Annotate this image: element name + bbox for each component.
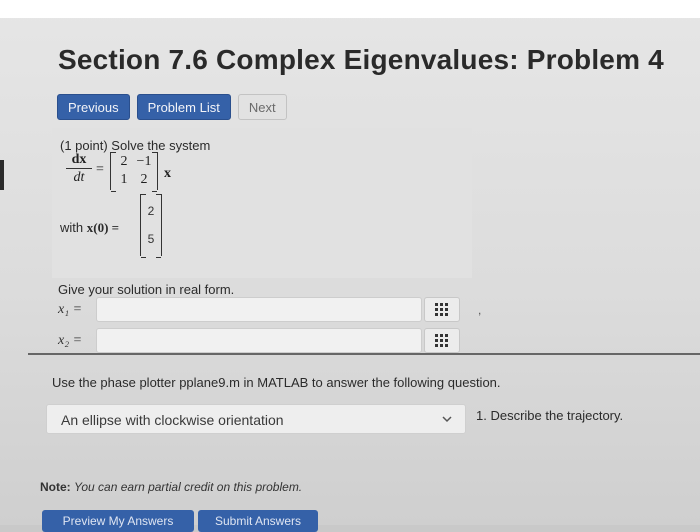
initial-condition-label: with x(0) = [60, 220, 119, 236]
problem-intro: (1 point) Solve the system [60, 138, 211, 153]
matrix-grid-icon [435, 303, 448, 316]
vector-x: x [164, 166, 171, 181]
problem-statement: (1 point) Solve the system dx dt = 2 −1 … [52, 128, 472, 278]
fraction-bar [66, 168, 92, 169]
previous-button[interactable]: Previous [57, 94, 130, 120]
equation-editor-button[interactable] [424, 297, 460, 322]
page: Section 7.6 Complex Eigenvalues: Problem… [0, 0, 700, 532]
initial-vector: 2 5 [140, 194, 162, 258]
matlab-instruction: Use the phase plotter pplane9.m in MATLA… [52, 375, 501, 390]
coefficient-matrix: 2 −1 1 2 [110, 152, 158, 192]
matrix-cell: −1 [136, 154, 152, 169]
equation-editor-button[interactable] [424, 328, 460, 353]
top-strip [0, 0, 700, 18]
vector-cell: 5 [147, 232, 155, 246]
derivative-denominator: dt [73, 170, 85, 185]
matrix-cell: 1 [120, 172, 128, 187]
trajectory-select[interactable]: An ellipse with clockwise orientation [46, 404, 466, 434]
answer-row-x1: x₁ = , [58, 297, 488, 324]
partial-credit-note: Note: You can earn partial credit on thi… [40, 480, 302, 494]
preview-answers-button[interactable]: Preview My Answers [42, 510, 194, 532]
answer-row-x2: x₂ = [58, 328, 488, 355]
initial-condition-expr: x(0) = [86, 220, 120, 235]
matrix-grid-icon [435, 334, 448, 347]
left-edge [0, 160, 4, 190]
answer-label-x1: x₁ = [58, 302, 83, 317]
answer-instruction: Give your solution in real form. [58, 282, 235, 297]
derivative-numerator: dx [71, 152, 87, 167]
matrix-cell: 2 [140, 172, 148, 187]
problem-list-button[interactable]: Problem List [136, 94, 231, 120]
chevron-down-icon [442, 416, 452, 423]
note-text: You can earn partial credit on this prob… [74, 480, 303, 494]
trajectory-selected-value: An ellipse with clockwise orientation [61, 412, 284, 428]
section-divider [28, 353, 700, 355]
problem-nav: Previous Problem List Next [57, 94, 287, 120]
page-title: Section 7.6 Complex Eigenvalues: Problem… [58, 44, 664, 75]
answer-label-x2: x₂ = [58, 333, 83, 348]
note-label: Note: [40, 480, 71, 494]
answer-input-x1[interactable] [96, 297, 422, 322]
equals-sign: = [96, 162, 104, 177]
derivative-fraction: dx dt [66, 152, 92, 185]
matrix-cell: 2 [120, 154, 128, 169]
next-button[interactable]: Next [237, 94, 287, 120]
vector-cell: 2 [147, 204, 155, 218]
submit-answers-button[interactable]: Submit Answers [198, 510, 318, 532]
answer-separator: , [478, 303, 482, 317]
trajectory-question: 1. Describe the trajectory. [476, 408, 624, 423]
with-word: with [60, 220, 84, 235]
answer-input-x2[interactable] [96, 328, 422, 353]
